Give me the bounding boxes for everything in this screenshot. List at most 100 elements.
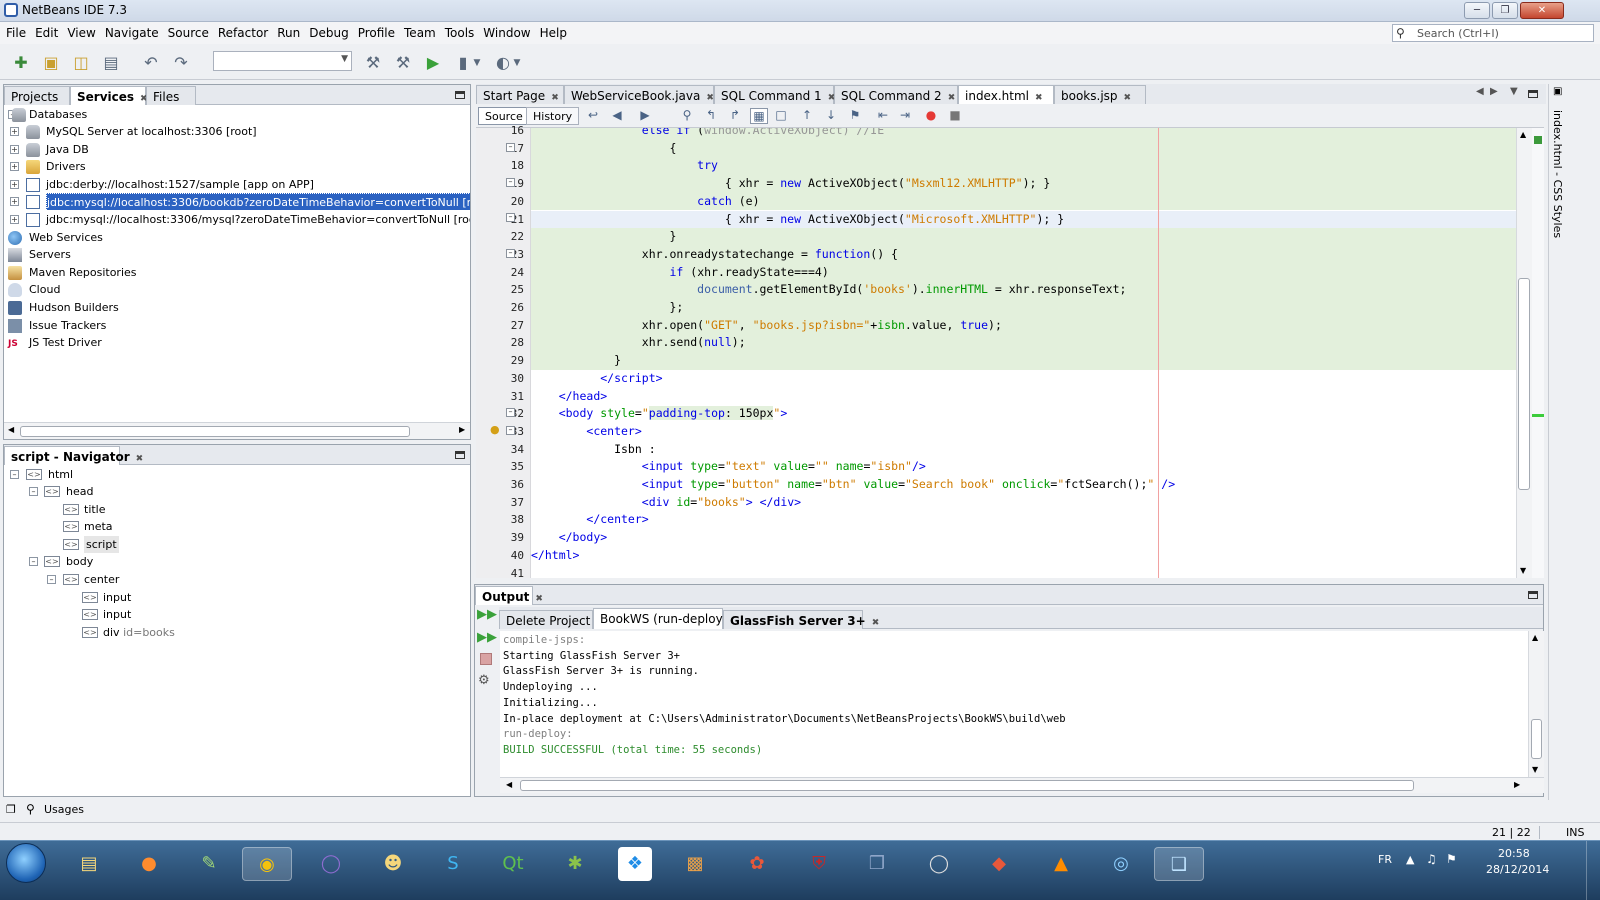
toggle-bookmark-icon[interactable]: ⚑ — [846, 108, 864, 124]
clean-build-icon[interactable]: ⚒ — [392, 52, 414, 74]
close-icon[interactable]: ✖ — [1035, 93, 1043, 103]
clock-time[interactable]: 20:58 — [1498, 847, 1530, 860]
close-icon[interactable]: ✖ — [1124, 93, 1132, 103]
output-text-area[interactable]: compile-jsps: Starting GlassFish Server … — [500, 631, 1528, 777]
fold-icon[interactable]: – — [506, 178, 515, 187]
restore-icon[interactable]: ❐ — [6, 803, 16, 816]
netbeans-task-icon[interactable]: ❑ — [1154, 847, 1204, 881]
find-next-icon[interactable]: ↱ — [726, 108, 744, 124]
scroll-tabs-right-icon[interactable]: ▶ — [1490, 86, 1498, 97]
show-hidden-icons-icon[interactable]: ▲ — [1406, 853, 1414, 866]
mcafee-icon[interactable]: ⛨ — [794, 847, 844, 881]
find-icon[interactable]: ⚲ — [678, 108, 696, 124]
minimize-panel-icon[interactable] — [455, 451, 465, 459]
menu-view[interactable]: View — [61, 22, 98, 40]
close-icon[interactable]: ✖ — [551, 93, 559, 103]
open-project-icon[interactable]: ◫ — [70, 52, 92, 74]
back-icon[interactable]: ◀ — [608, 108, 626, 124]
undo-icon[interactable]: ↶ — [140, 52, 162, 74]
keepass-icon[interactable]: ◯ — [914, 847, 964, 881]
shift-left-icon[interactable]: ⇤ — [874, 108, 892, 124]
scrollbar-thumb[interactable] — [20, 426, 410, 437]
configuration-select[interactable]: ▼ — [213, 51, 352, 71]
steam-icon[interactable]: ◎ — [1096, 847, 1146, 881]
stop-macro-icon[interactable]: ■ — [946, 108, 964, 124]
language-indicator[interactable]: FR — [1378, 853, 1392, 866]
tab-sql-command-1[interactable]: SQL Command 1 ✖ — [714, 85, 835, 104]
save-all-icon[interactable]: ▤ — [100, 52, 122, 74]
scroll-tabs-left-icon[interactable]: ◀ — [1476, 86, 1484, 97]
output-horizontal-scrollbar[interactable]: ◀ ▶ — [500, 777, 1544, 793]
chevron-down-icon[interactable]: ▼ — [506, 52, 528, 74]
expand-icon[interactable]: + — [10, 215, 19, 224]
filezilla-icon[interactable]: ✿ — [732, 847, 782, 881]
settings-icon[interactable]: ⚙ — [478, 673, 496, 689]
tab-start-page[interactable]: Start Page ✖ — [476, 85, 564, 104]
menu-team[interactable]: Team — [398, 22, 439, 40]
show-desktop-button[interactable] — [1586, 841, 1600, 900]
minimize-button[interactable]: ─ — [1464, 2, 1490, 19]
start-macro-icon[interactable]: ● — [922, 108, 940, 124]
tab-delete-project[interactable]: Delete Project✖ — [499, 610, 604, 629]
tab-services[interactable]: Services ✖ — [70, 86, 148, 105]
terminal-icon[interactable]: ▩ — [670, 847, 720, 881]
close-icon[interactable]: ✖ — [948, 93, 956, 103]
tree-node-derby-connection[interactable]: + jdbc:derby://localhost:1527/sample [ap… — [8, 176, 468, 193]
notepad-icon[interactable]: ✎ — [184, 847, 234, 881]
css-styles-strip[interactable]: ▣ index.html - CSS Styles — [1548, 84, 1568, 800]
tree-node-mysql-server[interactable]: + MySQL Server at localhost:3306 [root] — [8, 123, 468, 140]
next-bookmark-icon[interactable]: ↓ — [822, 108, 840, 124]
collapse-icon[interactable]: – — [29, 557, 38, 566]
tree-node-bookdb-connection[interactable]: + jdbc:mysql://localhost:3306/bookdb?zer… — [8, 193, 470, 210]
css-styles-tab[interactable]: index.html - CSS Styles — [1551, 110, 1564, 238]
scrollbar-thumb[interactable] — [1518, 278, 1530, 490]
tab-bookws-run-deploy[interactable]: BookWS (run-deploy)✖ — [593, 608, 741, 629]
tree-node-drivers[interactable]: + Drivers — [8, 158, 468, 175]
scroll-down-icon[interactable]: ▼ — [1532, 765, 1538, 774]
fold-icon[interactable]: – — [506, 213, 515, 222]
expand-icon[interactable]: + — [10, 180, 19, 189]
tree-node-servers[interactable]: Servers — [8, 246, 468, 263]
chrome-icon[interactable]: ◉ — [242, 847, 292, 881]
minimize-panel-icon[interactable] — [455, 91, 465, 99]
menu-source[interactable]: Source — [162, 22, 212, 40]
volume-icon[interactable]: ♫ — [1426, 852, 1437, 866]
collapse-icon[interactable]: – — [10, 470, 19, 479]
error-stripe[interactable] — [1532, 128, 1544, 578]
minimize-panel-icon[interactable] — [1528, 591, 1538, 599]
scroll-up-icon[interactable]: ▲ — [1532, 633, 1538, 642]
close-icon[interactable]: ✖ — [136, 454, 144, 464]
collapse-icon[interactable]: – — [47, 575, 56, 584]
expand-icon[interactable]: + — [10, 162, 19, 171]
menu-run[interactable]: Run — [271, 22, 303, 40]
tree-node-mysql-connection[interactable]: + jdbc:mysql://localhost:3306/mysql?zero… — [8, 211, 470, 228]
skype-icon[interactable]: S — [428, 847, 478, 881]
tree-node-databases[interactable]: – Databases — [8, 106, 468, 123]
expand-icon[interactable]: + — [10, 145, 19, 154]
flag-icon[interactable]: ⚑ — [1446, 852, 1457, 866]
find-previous-icon[interactable]: ↰ — [702, 108, 720, 124]
tab-output[interactable]: Output ✖ — [475, 586, 543, 605]
tab-glassfish[interactable]: GlassFish Server 3+ ✖ — [723, 610, 879, 629]
tree-node-issue-trackers[interactable]: Issue Trackers — [8, 317, 468, 334]
toggle-highlight-icon[interactable]: ▦ — [750, 108, 768, 124]
previous-bookmark-icon[interactable]: ↑ — [798, 108, 816, 124]
minimize-panel-icon[interactable] — [1528, 90, 1538, 98]
current-line-mark[interactable] — [1532, 414, 1544, 417]
horizontal-scrollbar[interactable]: ◀ ▶ — [4, 422, 470, 439]
last-edit-icon[interactable]: ↩ — [584, 108, 602, 124]
close-icon[interactable]: ✖ — [706, 93, 714, 103]
output-vertical-scrollbar[interactable]: ▲ ▼ — [1528, 631, 1544, 777]
eclipse-icon[interactable]: ◯ — [306, 847, 356, 881]
menu-window[interactable]: Window — [477, 22, 533, 40]
firefox-icon[interactable]: ● — [124, 847, 174, 881]
forward-icon[interactable]: ▶ — [636, 108, 654, 124]
new-project-icon[interactable]: ▣ — [40, 52, 62, 74]
toggle-rect-selection-icon[interactable]: □ — [772, 108, 790, 124]
stop-icon[interactable] — [480, 653, 492, 665]
tab-sql-command-2[interactable]: SQL Command 2 ✖ — [834, 85, 958, 104]
run-icon[interactable]: ▶ — [422, 52, 444, 74]
virtualbox-icon[interactable]: ❒ — [852, 847, 902, 881]
clock-date[interactable]: 28/12/2014 — [1486, 863, 1549, 876]
tree-node-web-services[interactable]: Web Services — [8, 229, 468, 246]
